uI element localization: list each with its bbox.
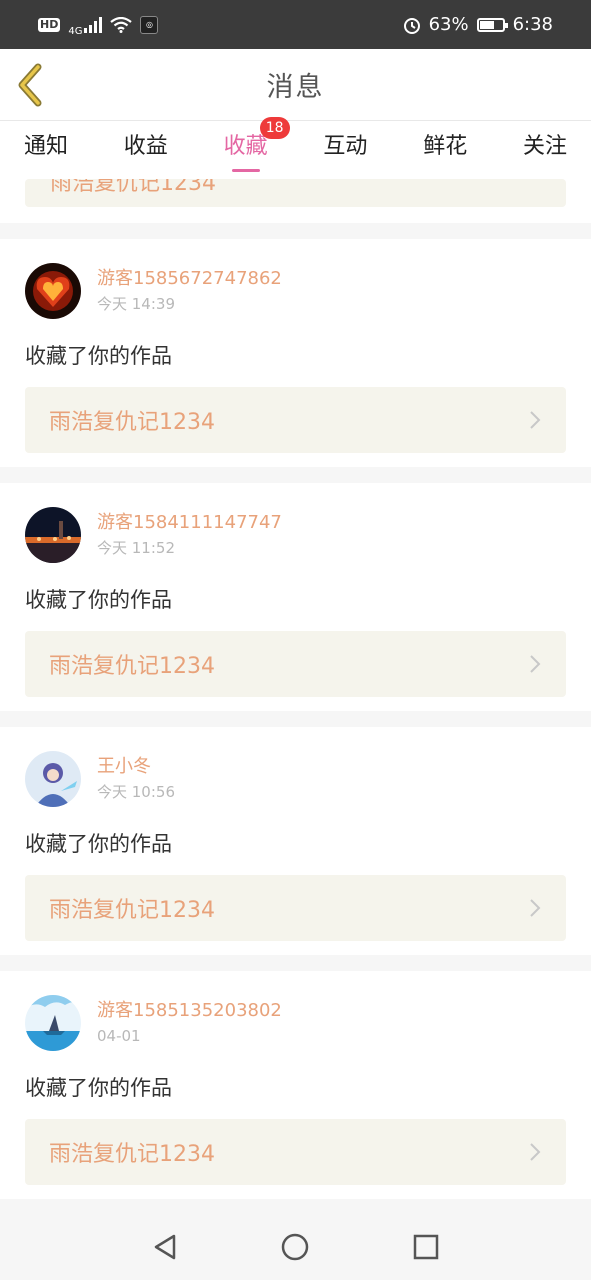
work-link[interactable]: 雨浩复仇记1234: [25, 875, 566, 941]
username[interactable]: 游客1585672747862: [97, 267, 282, 291]
tab-flowers[interactable]: 鲜花: [423, 121, 467, 179]
action-text: 收藏了你的作品: [25, 588, 172, 612]
battery-percent: 63%: [428, 14, 469, 35]
list-item: 游客1584111147747 今天 11:52 收藏了你的作品 雨浩复仇记12…: [0, 483, 591, 711]
work-link[interactable]: 雨浩复仇记1234: [25, 387, 566, 453]
tab-bar: 通知 收益 收藏 18 互动 鲜花 关注: [0, 117, 591, 179]
tab-interactions[interactable]: 互动: [323, 121, 367, 179]
status-bar: HD 4G ◎ 63% 6:38: [0, 0, 591, 49]
work-title: 雨浩复仇记1234: [49, 898, 215, 923]
network-type: 4G: [68, 26, 83, 37]
tab-earnings[interactable]: 收益: [124, 121, 168, 179]
chevron-right-icon: [530, 655, 541, 673]
work-title: 雨浩复仇记1234: [49, 654, 215, 679]
app-header: 消息: [0, 49, 591, 121]
work-link[interactable]: 雨浩复仇记1234: [25, 179, 566, 207]
username[interactable]: 王小冬: [97, 755, 175, 779]
list-item: 游客1585135203802 04-01 收藏了你的作品 雨浩复仇记1234: [0, 971, 591, 1199]
avatar[interactable]: [25, 995, 81, 1051]
timestamp: 今天 14:39: [97, 295, 175, 313]
work-title: 雨浩复仇记1234: [50, 179, 216, 196]
app-notification-icon: ◎: [140, 15, 159, 34]
hd-badge: HD: [38, 17, 61, 32]
avatar-image: [25, 263, 81, 319]
timestamp: 今天 11:52: [97, 539, 175, 557]
alarm-icon: [403, 17, 420, 34]
status-right: 63% 6:38: [403, 14, 553, 35]
avatar-image: [25, 751, 81, 807]
back-arrow-icon: [18, 63, 42, 107]
avatar-image: [25, 507, 81, 563]
timestamp: 今天 10:56: [97, 783, 175, 801]
username[interactable]: 游客1584111147747: [97, 511, 282, 535]
avatar[interactable]: [25, 751, 81, 807]
system-nav-bar: [0, 1213, 591, 1280]
list-item-partial: 雨浩复仇记1234: [0, 179, 591, 223]
signal-icon: [84, 16, 103, 33]
chevron-right-icon: [530, 411, 541, 429]
tab-favorites[interactable]: 收藏 18: [224, 117, 290, 179]
nav-recent-button[interactable]: [406, 1227, 446, 1267]
tab-notifications[interactable]: 通知: [24, 121, 68, 179]
action-text: 收藏了你的作品: [25, 1076, 172, 1100]
page-title: 消息: [266, 72, 325, 103]
timestamp: 04-01: [97, 1027, 141, 1045]
status-left: HD 4G ◎: [38, 12, 159, 37]
work-link[interactable]: 雨浩复仇记1234: [25, 631, 566, 697]
nav-back-button[interactable]: [145, 1227, 185, 1267]
unread-badge: 18: [259, 117, 290, 139]
nav-recent-icon: [413, 1234, 439, 1259]
nav-back-icon: [154, 1234, 176, 1259]
work-title: 雨浩复仇记1234: [49, 410, 215, 435]
nav-home-button[interactable]: [275, 1227, 315, 1267]
list-item: 游客1585672747862 今天 14:39 收藏了你的作品 雨浩复仇记12…: [0, 239, 591, 467]
chevron-right-icon: [530, 899, 541, 917]
avatar[interactable]: [25, 507, 81, 563]
username[interactable]: 游客1585135203802: [97, 999, 282, 1023]
nav-home-icon: [282, 1233, 309, 1260]
chevron-right-icon: [530, 1143, 541, 1161]
tab-following[interactable]: 关注: [523, 121, 567, 179]
work-link[interactable]: 雨浩复仇记1234: [25, 1119, 566, 1185]
avatar-image: [25, 995, 81, 1051]
action-text: 收藏了你的作品: [25, 832, 172, 856]
battery-icon: [476, 17, 508, 32]
wifi-icon: [110, 16, 133, 33]
action-text: 收藏了你的作品: [25, 344, 172, 368]
avatar[interactable]: [25, 263, 81, 319]
clock: 6:38: [512, 14, 553, 35]
list-item: 王小冬 今天 10:56 收藏了你的作品 雨浩复仇记1234: [0, 727, 591, 955]
work-title: 雨浩复仇记1234: [49, 1142, 215, 1167]
message-list[interactable]: 雨浩复仇记1234 游客1585672747862 今天 14:39 收藏了你的…: [0, 179, 591, 1213]
back-button[interactable]: [14, 63, 50, 107]
